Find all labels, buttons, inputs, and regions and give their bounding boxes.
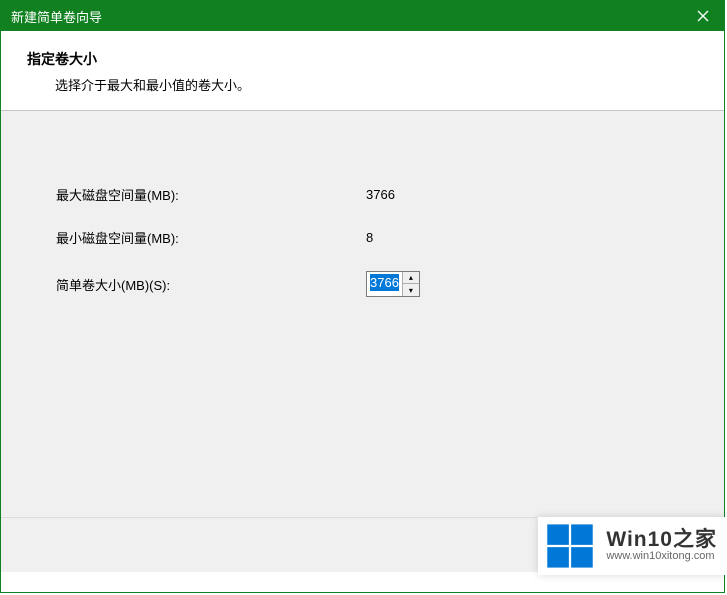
min-space-row: 最小磁盘空间量(MB): 8 [56,228,669,247]
size-spinner: 3766 ▴ ▾ [366,271,420,297]
spinner-down-button[interactable]: ▾ [403,284,419,296]
page-title: 指定卷大小 [27,49,704,69]
close-icon [697,10,709,22]
min-space-value: 8 [366,230,373,245]
wizard-header: 指定卷大小 选择介于最大和最小值的卷大小。 [1,31,724,111]
window-title: 新建简单卷向导 [11,7,682,26]
watermark-text: Win10之家 www.win10xitong.com [606,529,717,563]
watermark-url: www.win10xitong.com [606,551,717,563]
watermark-brand: Win10之家 [606,529,717,551]
max-space-row: 最大磁盘空间量(MB): 3766 [56,185,669,204]
spinner-up-button[interactable]: ▴ [403,272,419,284]
max-space-label: 最大磁盘空间量(MB): [56,185,366,204]
min-space-label: 最小磁盘空间量(MB): [56,228,366,247]
size-label: 简单卷大小(MB)(S): [56,275,366,294]
size-input[interactable]: 3766 [367,272,402,296]
spinner-buttons: ▴ ▾ [402,272,419,296]
wizard-window: 新建简单卷向导 指定卷大小 选择介于最大和最小值的卷大小。 最大磁盘空间量(MB… [0,0,725,593]
max-space-value: 3766 [366,187,395,202]
chevron-up-icon: ▴ [409,273,413,282]
titlebar: 新建简单卷向导 [1,1,724,31]
page-subtitle: 选择介于最大和最小值的卷大小。 [55,75,704,94]
size-input-value: 3766 [370,274,399,291]
watermark: Win10之家 www.win10xitong.com [538,517,727,575]
size-row: 简单卷大小(MB)(S): 3766 ▴ ▾ [56,271,669,297]
wizard-body: 最大磁盘空间量(MB): 3766 最小磁盘空间量(MB): 8 简单卷大小(M… [1,111,724,517]
windows-logo-icon [542,521,598,571]
chevron-down-icon: ▾ [409,286,413,295]
close-button[interactable] [682,1,724,31]
